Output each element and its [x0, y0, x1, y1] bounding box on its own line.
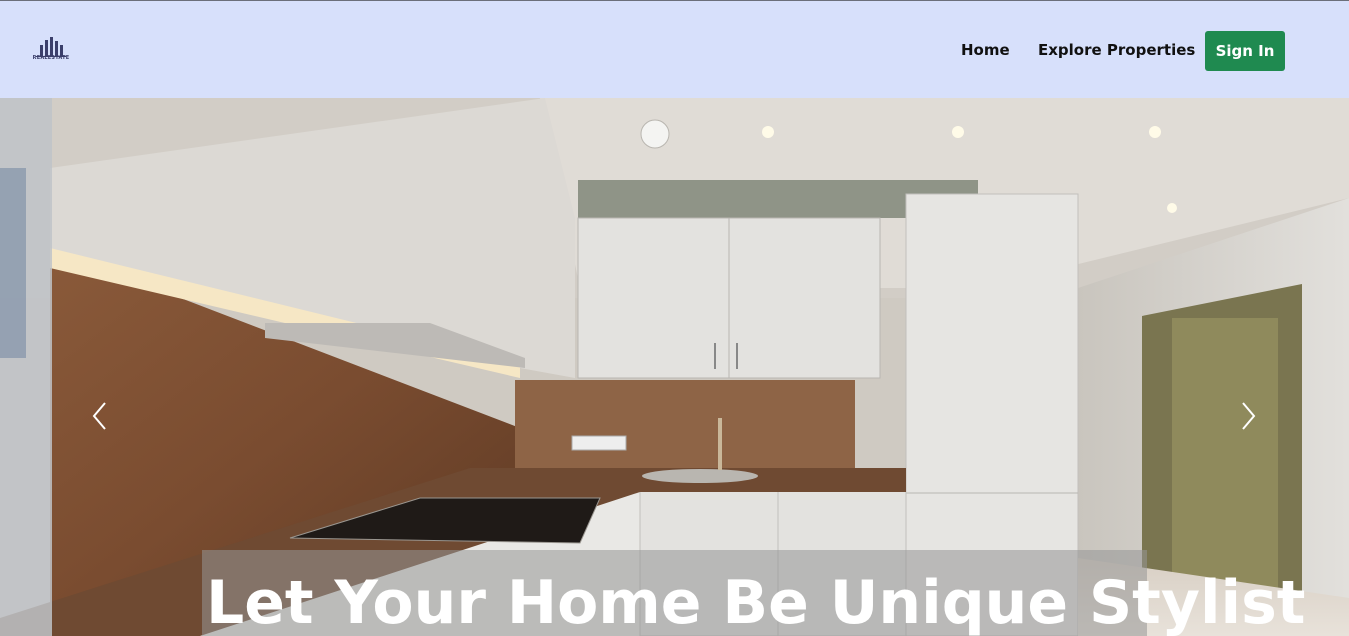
- brand-logo[interactable]: REALESTATE: [30, 35, 72, 65]
- hero-carousel: Let Your Home Be Unique Stylist: [0, 98, 1349, 636]
- carousel-next-button[interactable]: [1228, 394, 1268, 438]
- logo-text: REALESTATE: [32, 55, 70, 61]
- building-icon: [36, 37, 66, 57]
- nav-link-home[interactable]: Home: [961, 41, 1010, 59]
- chevron-left-icon: [92, 402, 106, 430]
- hero-caption: Let Your Home Be Unique Stylist: [206, 568, 1306, 636]
- chevron-right-icon: [1242, 402, 1256, 430]
- sign-in-button[interactable]: Sign In: [1205, 31, 1285, 71]
- nav-link-explore-properties[interactable]: Explore Properties: [1038, 41, 1195, 59]
- navbar: REALESTATE Home Explore Properties Sign …: [0, 0, 1349, 98]
- carousel-prev-button[interactable]: [80, 394, 120, 438]
